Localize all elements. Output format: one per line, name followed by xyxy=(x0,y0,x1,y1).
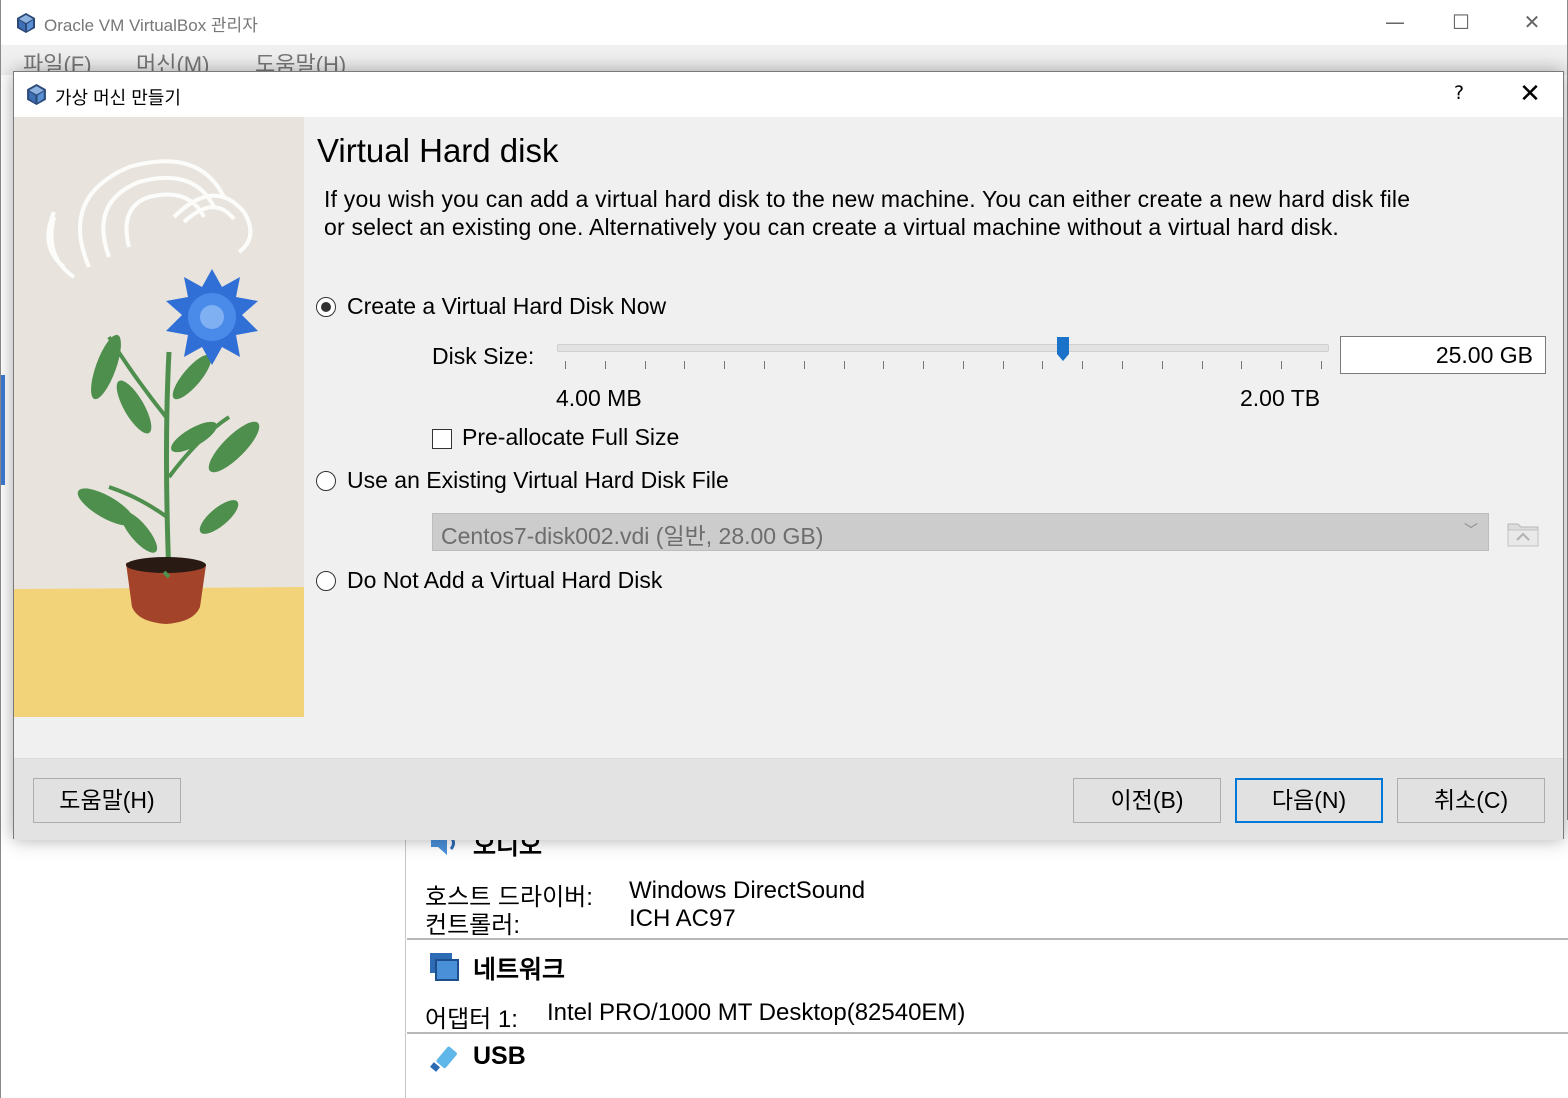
slider-tick xyxy=(565,361,566,369)
preallocate-label[interactable]: Pre-allocate Full Size xyxy=(462,424,679,451)
virtualbox-logo-icon xyxy=(27,84,46,105)
slider-tick xyxy=(1161,361,1163,369)
preallocate-checkbox[interactable] xyxy=(432,429,452,449)
slider-tick xyxy=(962,361,964,369)
create-disk-now-label[interactable]: Create a Virtual Hard Disk Now xyxy=(347,293,666,320)
slider-tick xyxy=(684,361,686,369)
slider-tick xyxy=(883,361,885,369)
existing-disk-selected-value: Centos7-disk002.vdi (일반, 28.00 GB) xyxy=(441,523,824,549)
close-window-button[interactable]: ✕ xyxy=(1512,8,1552,38)
main-titlebar: Oracle VM VirtualBox 관리자 — ☐ ✕ xyxy=(1,0,1567,45)
section-divider xyxy=(407,1032,1568,1034)
dialog-title: 가상 머신 만들기 xyxy=(55,88,181,108)
slider-tick xyxy=(1002,361,1004,369)
page-heading: Virtual Hard disk xyxy=(317,132,559,169)
back-button[interactable]: 이전(B) xyxy=(1073,778,1221,823)
existing-disk-select[interactable]: Centos7-disk002.vdi (일반, 28.00 GB) ﹀ xyxy=(432,513,1489,551)
usb-section-title: USB xyxy=(473,1042,526,1070)
slider-tick xyxy=(923,361,925,369)
disk-size-input[interactable]: 25.00 GB xyxy=(1340,336,1546,374)
virtualbox-logo-icon xyxy=(17,13,35,33)
slider-tick xyxy=(763,361,765,369)
slider-tick xyxy=(1321,361,1322,369)
slider-tick xyxy=(724,361,726,369)
wizard-illustration xyxy=(14,117,304,717)
network-section-title: 네트워크 xyxy=(473,956,566,984)
network-adapter-value: Intel PRO/1000 MT Desktop(82540EM) xyxy=(547,999,966,1026)
next-button[interactable]: 다음(N) xyxy=(1235,778,1383,823)
slider-tick xyxy=(1122,361,1124,369)
no-disk-label[interactable]: Do Not Add a Virtual Hard Disk xyxy=(347,567,662,594)
maximize-button[interactable]: ☐ xyxy=(1441,8,1481,38)
disk-size-slider[interactable] xyxy=(557,334,1329,374)
use-existing-disk-label[interactable]: Use an Existing Virtual Hard Disk File xyxy=(347,467,729,494)
slider-tick xyxy=(604,361,606,369)
dialog-close-button[interactable]: ✕ xyxy=(1514,79,1546,109)
create-disk-now-radio[interactable] xyxy=(316,297,336,317)
dialog-button-bar: 도움말(H) 이전(B) 다음(N) 취소(C) xyxy=(14,758,1563,840)
audio-controller-value: ICH AC97 xyxy=(629,905,736,932)
slider-tick xyxy=(1281,361,1283,369)
details-pane: 오디오 호스트 드라이버: Windows DirectSound 컨트롤러: … xyxy=(407,820,1568,1098)
use-existing-disk-radio[interactable] xyxy=(316,471,336,491)
slider-tick xyxy=(1082,361,1084,369)
slider-tick xyxy=(843,361,845,369)
slider-handle[interactable] xyxy=(1056,337,1069,361)
page-description: If you wish you can add a virtual hard d… xyxy=(324,186,1411,240)
slider-min-label: 4.00 MB xyxy=(556,385,642,411)
selection-accent xyxy=(1,375,5,485)
dialog-titlebar: 가상 머신 만들기 ? ✕ xyxy=(14,72,1563,117)
disk-size-label: Disk Size: xyxy=(432,343,535,369)
slider-tick xyxy=(644,361,646,369)
network-icon xyxy=(430,953,459,981)
slider-tick xyxy=(1201,361,1203,369)
slider-tick xyxy=(1241,361,1243,369)
audio-host-driver-value: Windows DirectSound xyxy=(629,877,866,904)
main-window-title: Oracle VM VirtualBox 관리자 xyxy=(44,16,258,35)
slider-tick xyxy=(1042,361,1044,369)
folder-browse-icon[interactable] xyxy=(1505,516,1541,550)
network-adapter-key: 어댑터 1: xyxy=(425,1006,518,1033)
audio-controller-key: 컨트롤러: xyxy=(425,912,520,939)
slider-max-label: 2.00 TB xyxy=(1240,385,1321,411)
usb-icon xyxy=(430,1046,457,1072)
cancel-button[interactable]: 취소(C) xyxy=(1397,778,1545,823)
section-divider xyxy=(407,938,1568,940)
slider-tick xyxy=(803,361,805,369)
create-vm-dialog: 가상 머신 만들기 ? ✕ Virtual Hard disk If you w… xyxy=(13,71,1564,840)
slider-groove[interactable] xyxy=(557,344,1329,352)
context-help-button[interactable]: ? xyxy=(1444,82,1474,108)
help-button[interactable]: 도움말(H) xyxy=(33,778,181,823)
no-disk-radio[interactable] xyxy=(316,571,336,591)
minimize-button[interactable]: — xyxy=(1375,8,1415,38)
chevron-down-icon[interactable]: ﹀ xyxy=(1464,520,1478,540)
